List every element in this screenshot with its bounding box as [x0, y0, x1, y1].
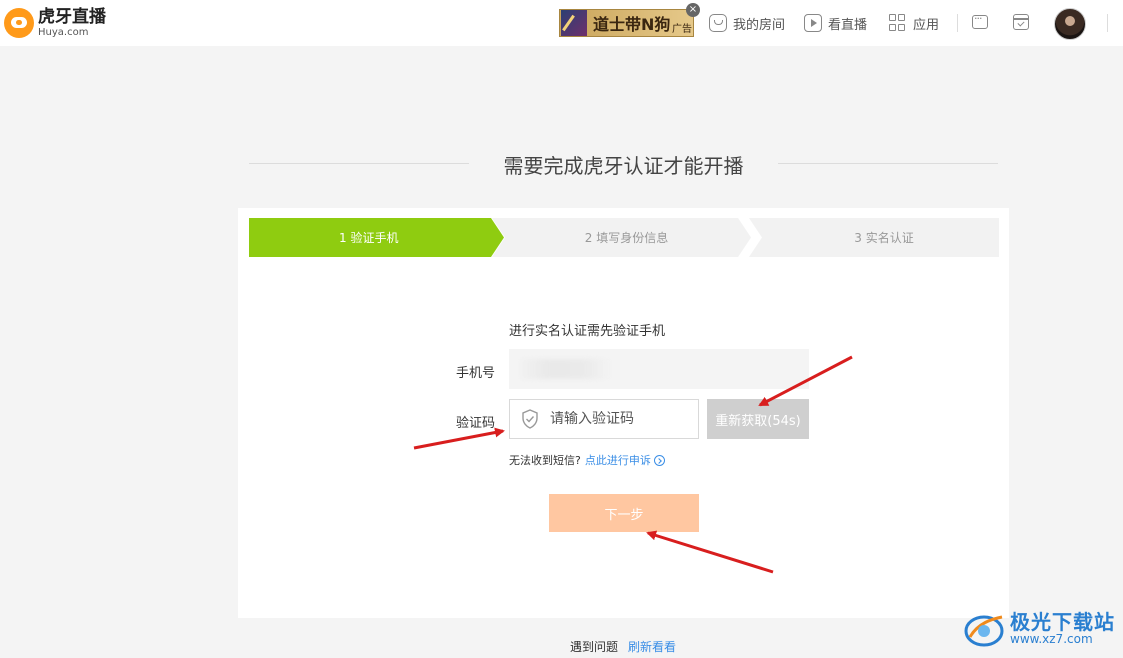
watermark-title: 极光下载站: [1010, 610, 1115, 635]
phone-number-redacted: [521, 359, 611, 379]
apps-icon: [889, 14, 907, 32]
watermark-logo-icon: [962, 607, 1006, 651]
huya-logo-icon: [4, 8, 34, 38]
nav-apps[interactable]: 应用: [889, 13, 939, 33]
next-step-button[interactable]: 下一步: [549, 494, 699, 532]
page-title: 需要完成虎牙认证才能开播: [503, 154, 744, 178]
code-field[interactable]: [509, 399, 699, 439]
ad-text: 道士带N狗: [593, 15, 671, 34]
calendar-icon[interactable]: [1013, 14, 1029, 30]
ad-banner[interactable]: 道士带N狗 广告: [559, 9, 694, 37]
phone-label: 手机号: [455, 366, 495, 381]
huya-logo[interactable]: 虎牙直播 Huya.com: [4, 8, 106, 38]
chevron-right-icon[interactable]: [653, 454, 665, 466]
nav-watch-live-label: 看直播: [828, 17, 868, 33]
help-text: 无法收到短信?: [509, 454, 581, 467]
footer-text: 遇到问题: [570, 640, 619, 654]
ad-close-icon[interactable]: ×: [686, 3, 700, 17]
top-bar: 虎牙直播 Huya.com 道士带N狗 广告 × 我的房间 看直播 应用: [0, 0, 1123, 46]
logo-subtitle: Huya.com: [38, 26, 89, 38]
site-watermark: 极光下载站 www.xz7.com: [962, 604, 1118, 654]
code-label: 验证码: [455, 416, 495, 431]
nav-watch-live[interactable]: 看直播: [804, 13, 867, 33]
shield-icon: [521, 409, 539, 429]
nav-my-room[interactable]: 我的房间: [709, 13, 785, 33]
logo-title: 虎牙直播: [38, 6, 106, 27]
ad-tag: 广告: [672, 24, 692, 35]
ad-thumbnail: [561, 10, 587, 36]
nav-divider: [957, 14, 958, 32]
step-verify-phone: 1 验证手机: [249, 218, 504, 257]
resend-code-button[interactable]: 重新获取(54s): [707, 399, 809, 439]
footer-help: 遇到问题 刷新看看: [570, 638, 676, 655]
step-real-name: 3 实名认证: [749, 218, 999, 257]
appeal-link[interactable]: 点此进行申诉: [585, 452, 651, 468]
step-fill-identity: 2 填写身份信息: [492, 218, 751, 257]
watermark-url: www.xz7.com: [1010, 632, 1093, 647]
play-icon: [804, 14, 822, 32]
help-row: 无法收到短信? 点此进行申诉: [509, 452, 665, 468]
nav-my-room-label: 我的房间: [733, 17, 786, 33]
user-avatar[interactable]: [1054, 8, 1086, 40]
message-icon[interactable]: [972, 12, 988, 29]
nav-divider: [1107, 14, 1108, 32]
verification-hint: 进行实名认证需先验证手机: [509, 324, 666, 339]
refresh-link[interactable]: 刷新看看: [628, 638, 676, 655]
nav-apps-label: 应用: [913, 17, 940, 33]
home-icon: [709, 14, 727, 32]
code-input[interactable]: [550, 411, 690, 427]
phone-field: [509, 349, 809, 389]
step-indicator: 1 验证手机 2 填写身份信息 3 实名认证: [249, 218, 999, 257]
page-heading: 需要完成虎牙认证才能开播: [249, 150, 998, 178]
